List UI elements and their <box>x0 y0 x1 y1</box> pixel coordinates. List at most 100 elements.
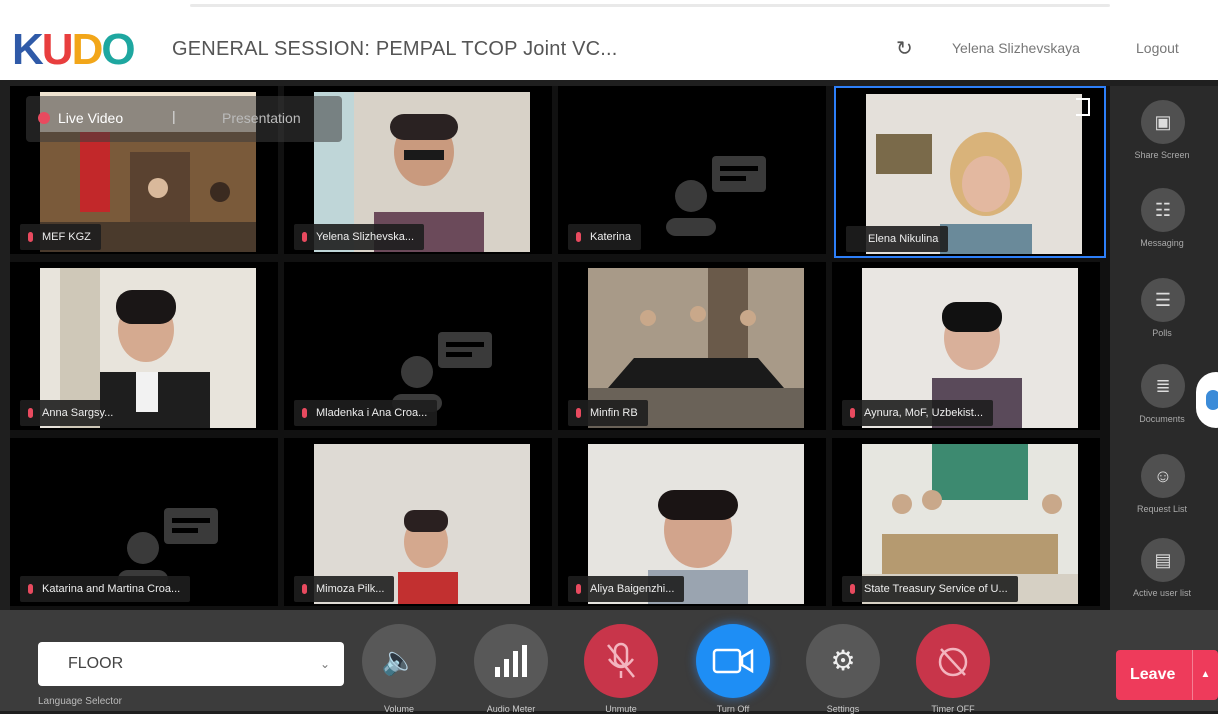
participant-name-tag: Aliya Baigenzhi... <box>568 576 685 602</box>
rail-label: Share Screen <box>1134 150 1190 160</box>
control-label: Turn Off <box>716 704 750 714</box>
polls-icon: ☰ <box>1141 278 1185 322</box>
mic-muted-icon <box>576 232 581 242</box>
request-list-button[interactable]: ☺ Request List <box>1110 446 1218 526</box>
mic-muted-icon <box>28 232 33 242</box>
video-camera-icon <box>712 648 754 674</box>
volume-button[interactable]: 🔈 <box>362 624 436 698</box>
participant-name: Katerina <box>590 231 631 243</box>
participant-name-tag: State Treasury Service of U... <box>842 576 1018 602</box>
video-tile[interactable]: Aynura, MoF, Uzbekist... <box>832 262 1100 430</box>
leave-label: Leave <box>1130 666 1176 683</box>
participant-name-tag: Katarina and Martina Croa... <box>20 576 191 602</box>
timer-off-button[interactable] <box>916 624 990 698</box>
messaging-icon: ☷ <box>1141 188 1185 232</box>
video-tile[interactable]: Mladenka i Ana Croa... <box>284 262 552 430</box>
settings-button[interactable]: ⚙ <box>806 624 880 698</box>
avatar-placeholder-icon <box>666 156 766 236</box>
leave-button[interactable]: Leave ▲ <box>1116 650 1218 700</box>
mic-muted-icon <box>302 408 307 418</box>
participant-name-tag: Mimoza Pilk... <box>294 576 395 602</box>
turn-off-video-button[interactable] <box>696 624 770 698</box>
participant-name: Aynura, MoF, Uzbekist... <box>864 407 984 419</box>
right-toolbar: ▣ Share Screen ☷ Messaging ☰ Polls ≣ Doc… <box>1110 86 1218 610</box>
documents-icon: ≣ <box>1141 364 1185 408</box>
active-user-list-button[interactable]: ▤ Active user list <box>1110 530 1218 610</box>
share-screen-button[interactable]: ▣ Share Screen <box>1110 92 1218 172</box>
chevron-down-icon: ⌄ <box>319 657 330 671</box>
participant-name: Mimoza Pilk... <box>316 583 385 595</box>
help-bubble-glyph <box>1206 390 1218 410</box>
participant-name: Minfin RB <box>590 407 638 419</box>
timer-off-icon <box>938 647 968 677</box>
video-tile[interactable]: Aliya Baigenzhi... <box>558 438 826 606</box>
participant-name-tag: Minfin RB <box>568 400 648 426</box>
control-label: Timer OFF <box>931 704 975 714</box>
video-tile[interactable]: Mimoza Pilk... <box>284 438 552 606</box>
help-bubble-icon[interactable] <box>1196 372 1218 428</box>
rail-label: Request List <box>1136 504 1188 514</box>
participant-name: State Treasury Service of U... <box>864 583 1008 595</box>
mic-muted-icon <box>576 408 581 418</box>
mic-muted-icon <box>302 232 307 242</box>
mic-muted-icon <box>576 584 581 594</box>
kudo-logo: KUDO <box>12 25 136 74</box>
logout-link[interactable]: Logout <box>1136 40 1179 56</box>
logo-letter-k: K <box>12 25 44 74</box>
unmute-button[interactable] <box>584 624 658 698</box>
fullscreen-icon[interactable] <box>1076 98 1090 116</box>
control-bar: FLOOR ⌄ Language Selector 🔈 Volume Audio… <box>0 610 1218 714</box>
avatar-placeholder-icon <box>392 332 492 412</box>
leave-options-caret-icon[interactable]: ▲ <box>1192 650 1218 700</box>
mic-muted-icon <box>850 584 855 594</box>
rail-label: Polls <box>1152 328 1172 338</box>
logo-letter-o: O <box>101 25 135 74</box>
mic-muted-icon <box>302 584 307 594</box>
participant-name-tag: Yelena Slizhevska... <box>294 224 425 250</box>
participant-name: Aliya Baigenzhi... <box>590 583 675 595</box>
request-list-icon: ☺ <box>1141 454 1185 498</box>
control-label: Audio Meter <box>486 704 536 714</box>
audio-meter-icon <box>495 645 527 677</box>
logo-letter-u: U <box>41 25 74 74</box>
live-indicator-icon <box>38 112 50 124</box>
language-value: FLOOR <box>68 655 124 672</box>
refresh-icon[interactable]: ↻ <box>896 36 913 61</box>
video-tile-active[interactable]: Elena Nikulina <box>834 86 1106 258</box>
messaging-button[interactable]: ☷ Messaging <box>1110 180 1218 260</box>
view-switcher: Live Video | Presentation <box>26 96 342 142</box>
participant-name: Yelena Slizhevska... <box>316 231 415 243</box>
video-tile[interactable]: State Treasury Service of U... <box>832 438 1100 606</box>
switcher-separator: | <box>172 108 176 124</box>
video-grid: MEF KGZ Yelena Slizhevska... Katerina El… <box>10 86 1110 610</box>
polls-button[interactable]: ☰ Polls <box>1110 270 1218 350</box>
participant-name: Mladenka i Ana Croa... <box>316 407 428 419</box>
session-title: GENERAL SESSION: PEMPAL TCOP Joint VC... <box>172 38 618 60</box>
user-name: Yelena Slizhevskaya <box>952 40 1080 56</box>
presentation-toggle[interactable]: Presentation <box>222 110 301 126</box>
participant-name-tag: Aynura, MoF, Uzbekist... <box>842 400 994 426</box>
participant-name-tag: Mladenka i Ana Croa... <box>294 400 438 426</box>
control-label: Settings <box>826 704 860 714</box>
control-label: Unmute <box>605 704 637 714</box>
gear-icon: ⚙ <box>830 645 856 676</box>
mic-muted-icon <box>607 642 635 678</box>
participant-name: MEF KGZ <box>42 231 91 243</box>
video-tile[interactable]: Minfin RB <box>558 262 826 430</box>
avatar-placeholder-icon <box>118 508 218 588</box>
video-tile[interactable]: Katerina <box>558 86 826 254</box>
participant-name-tag: Elena Nikulina <box>846 226 949 252</box>
language-selector[interactable]: FLOOR ⌄ <box>38 642 344 686</box>
share-screen-icon: ▣ <box>1141 100 1185 144</box>
video-tile[interactable]: Katarina and Martina Croa... <box>10 438 278 606</box>
address-bar <box>190 4 1110 7</box>
video-tile[interactable]: Anna Sargsy... <box>10 262 278 430</box>
mic-muted-icon <box>850 408 855 418</box>
rail-label: Messaging <box>1140 238 1184 248</box>
live-video-toggle[interactable]: Live Video <box>58 110 123 126</box>
rail-label: Active user list <box>1132 588 1192 598</box>
audio-meter-button[interactable] <box>474 624 548 698</box>
volume-icon: 🔈 <box>381 645 417 676</box>
app-header: KUDO GENERAL SESSION: PEMPAL TCOP Joint … <box>0 18 1218 80</box>
language-selector-caption: Language Selector <box>38 696 122 707</box>
